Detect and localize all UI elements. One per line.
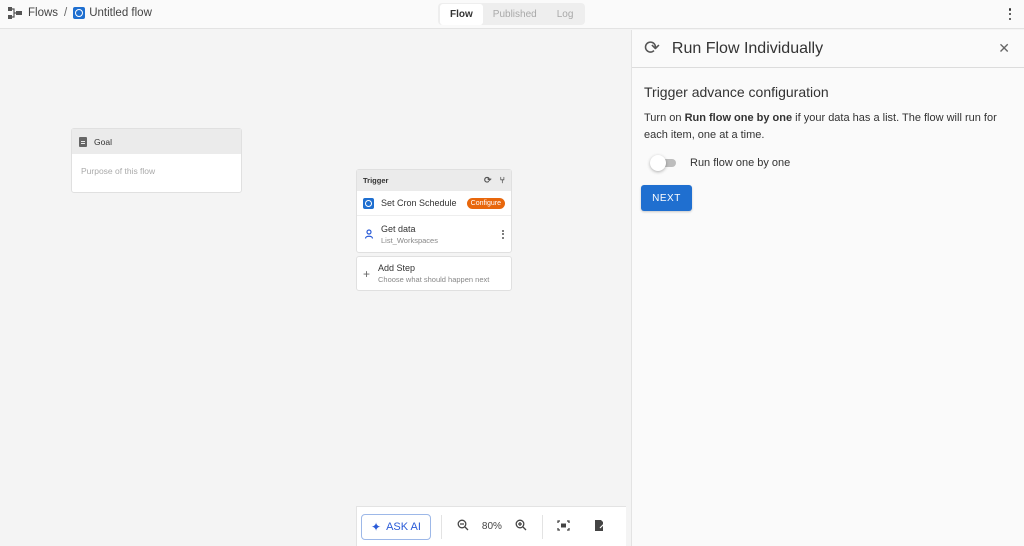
step-get-data[interactable]: Get data List_Workspaces	[357, 216, 511, 252]
trigger-header: Trigger ⟳ ⑂	[357, 170, 511, 191]
next-button[interactable]: NEXT	[641, 185, 692, 211]
run-one-by-one-toggle[interactable]	[650, 155, 676, 171]
breadcrumb-flows-link[interactable]: Flows	[28, 7, 58, 19]
sync-icon: ⟳	[644, 38, 660, 59]
divider	[440, 514, 442, 539]
sync-icon[interactable]: ⟳	[484, 175, 492, 186]
configure-badge[interactable]: Configure	[466, 197, 505, 209]
breadcrumb-flow-name[interactable]: Untitled flow	[89, 7, 152, 19]
cron-icon	[363, 197, 374, 209]
plus-icon: +	[363, 266, 371, 281]
canvas-toolbar: ✦ ASK AI 80%	[356, 506, 626, 546]
document-icon	[79, 136, 87, 147]
view-tabs: Flow Published Log	[438, 3, 586, 25]
step-menu-icon[interactable]	[502, 229, 505, 239]
panel-title: Run Flow Individually	[671, 39, 824, 57]
config-panel: ⟳ Run Flow Individually ✕ Trigger advanc…	[631, 30, 1024, 546]
zoom-in-icon[interactable]	[510, 519, 532, 534]
trigger-title: Trigger	[363, 176, 389, 185]
person-icon	[363, 228, 374, 240]
step-label: Set Cron Schedule	[381, 198, 457, 208]
goal-title: Goal	[94, 136, 112, 147]
more-options-icon[interactable]	[1008, 8, 1012, 20]
fit-view-icon[interactable]	[553, 519, 575, 534]
step-sublabel: List_Workspaces	[381, 235, 438, 245]
zoom-out-icon[interactable]	[452, 519, 474, 534]
tab-log[interactable]: Log	[547, 4, 584, 25]
flows-icon	[8, 7, 22, 19]
add-step-label: Add Step	[378, 263, 416, 273]
run-one-by-one-row: Run flow one by one	[650, 155, 1012, 171]
step-set-cron-schedule[interactable]: Set Cron Schedule Configure	[357, 191, 511, 216]
goal-header: Goal	[72, 129, 241, 154]
branch-icon[interactable]: ⑂	[500, 175, 505, 186]
zoom-level: 80%	[481, 521, 502, 532]
breadcrumb: Flows / Untitled flow	[8, 7, 152, 19]
panel-header: ⟳ Run Flow Individually ✕	[632, 30, 1024, 68]
goal-purpose-field[interactable]: Purpose of this flow	[72, 154, 241, 188]
toggle-label: Run flow one by one	[690, 157, 791, 169]
close-icon[interactable]: ✕	[998, 40, 1010, 57]
top-bar: Flows / Untitled flow Flow Published Log	[0, 0, 1024, 29]
panel-description: Turn on Run flow one by one if your data…	[644, 112, 997, 141]
cron-icon	[73, 7, 86, 19]
sparkle-icon: ✦	[371, 519, 382, 534]
tab-published[interactable]: Published	[483, 4, 547, 25]
ask-ai-label: ASK AI	[386, 520, 421, 533]
add-step-sublabel: Choose what should happen next	[378, 275, 490, 284]
panel-heading: Trigger advance configuration	[644, 84, 829, 100]
ask-ai-button[interactable]: ✦ ASK AI	[361, 513, 431, 540]
trigger-card[interactable]: Trigger ⟳ ⑂ Set Cron Schedule Configure …	[356, 169, 512, 253]
add-step-button[interactable]: + Add Step Choose what should happen nex…	[356, 256, 512, 291]
edit-notes-icon[interactable]	[589, 519, 611, 535]
breadcrumb-separator: /	[64, 7, 68, 19]
tab-flow[interactable]: Flow	[440, 3, 483, 25]
step-label: Get data	[381, 223, 416, 234]
goal-card[interactable]: Goal Purpose of this flow	[71, 128, 242, 193]
divider	[541, 514, 543, 539]
flow-canvas[interactable]: Goal Purpose of this flow Trigger ⟳ ⑂ Se…	[0, 30, 631, 546]
